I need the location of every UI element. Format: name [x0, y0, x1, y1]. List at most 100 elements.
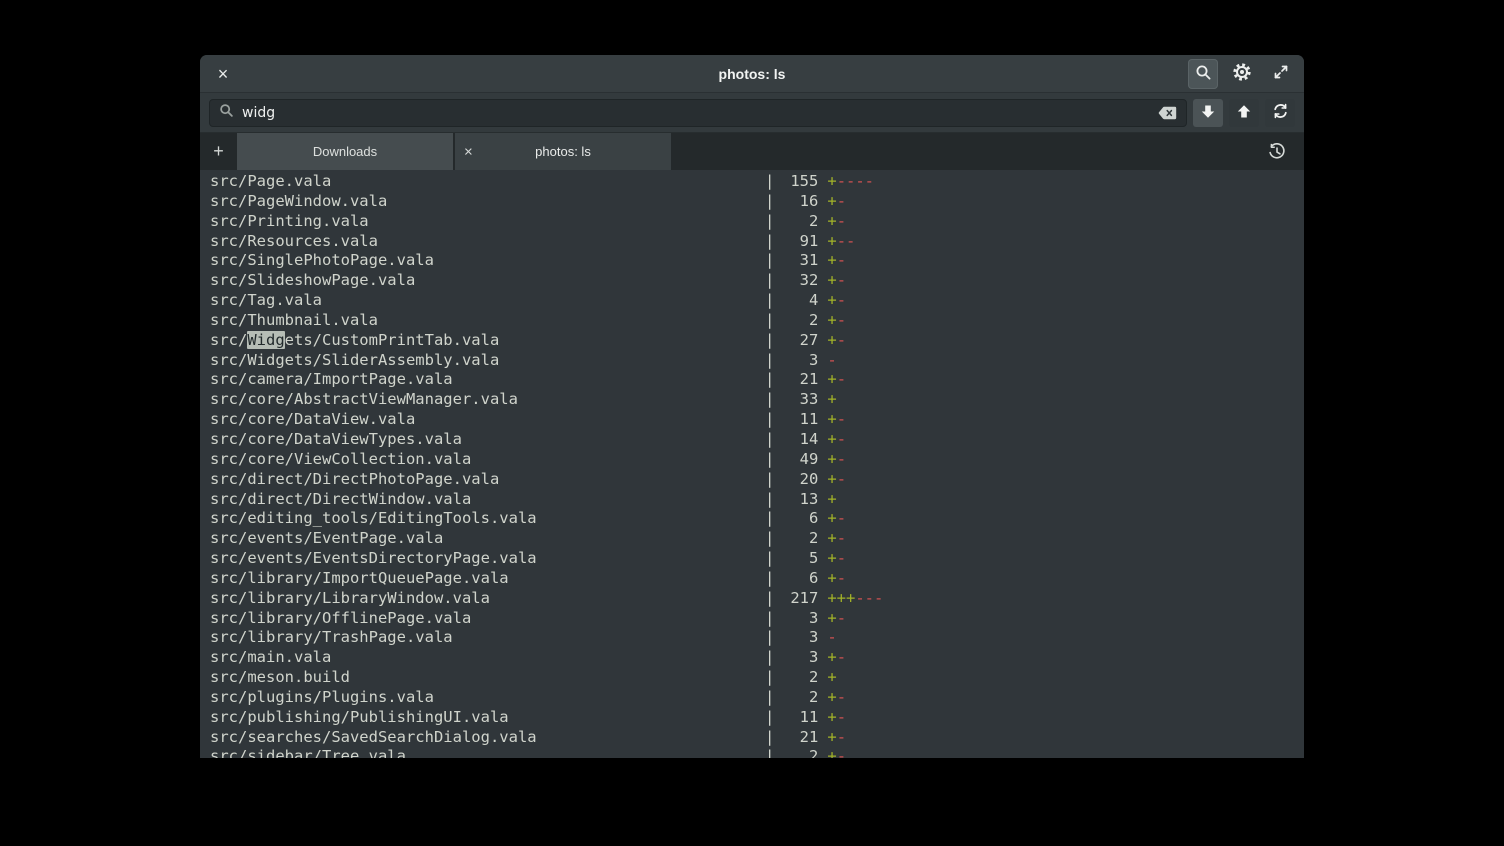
expand-icon [1273, 64, 1289, 83]
arrow-up-icon [1237, 104, 1251, 122]
insertions-symbols: + [827, 549, 836, 567]
column-separator: | [765, 470, 774, 490]
change-count: 91 [774, 232, 818, 252]
change-count: 3 [774, 351, 818, 371]
file-name: src/sidebar/Tree.vala [210, 747, 765, 758]
column-separator: | [765, 232, 774, 252]
change-count: 217 [774, 589, 818, 609]
insertions-symbols: + [827, 668, 836, 686]
file-name: src/Page.vala [210, 172, 765, 192]
fullscreen-button[interactable] [1266, 59, 1296, 89]
deletions-symbols: - [837, 708, 846, 726]
file-name: src/library/OfflinePage.vala [210, 609, 765, 629]
diffstat-row: src/core/DataView.vala|11+- [210, 410, 1304, 430]
column-separator: | [765, 648, 774, 668]
diffstat-row: src/core/ViewCollection.vala|49+- [210, 450, 1304, 470]
diffstat-row: src/library/ImportQueuePage.vala|6+- [210, 569, 1304, 589]
tab-downloads[interactable]: Downloads [237, 133, 453, 170]
diff-symbols: +-- [827, 232, 855, 252]
clear-search-icon[interactable] [1158, 106, 1177, 120]
file-name: src/PageWindow.vala [210, 192, 765, 212]
diff-symbols: +- [827, 509, 846, 529]
diff-symbols: - [827, 628, 836, 648]
insertions-symbols: + [827, 470, 836, 488]
window-title: photos: ls [200, 66, 1304, 82]
insertions-symbols: + [827, 430, 836, 448]
search-prev-button[interactable] [1229, 99, 1259, 127]
diff-symbols: +- [827, 291, 846, 311]
window-close-button[interactable]: × [210, 61, 236, 87]
file-name: src/core/DataViewTypes.vala [210, 430, 765, 450]
diffstat-row: src/library/LibraryWindow.vala|217+++--- [210, 589, 1304, 609]
search-input[interactable] [242, 105, 1150, 121]
diff-symbols: +- [827, 688, 846, 708]
column-separator: | [765, 708, 774, 728]
deletions-symbols: - [837, 569, 846, 587]
file-name: src/Widgets/CustomPrintTab.vala [210, 331, 765, 351]
change-count: 33 [774, 390, 818, 410]
deletions-symbols: - [837, 251, 846, 269]
diffstat-row: src/publishing/PublishingUI.vala|11+- [210, 708, 1304, 728]
file-name: src/Printing.vala [210, 212, 765, 232]
diff-symbols: +- [827, 470, 846, 490]
file-name: src/main.vala [210, 648, 765, 668]
insertions-symbols: + [827, 251, 836, 269]
column-separator: | [765, 509, 774, 529]
new-tab-button[interactable]: + [200, 133, 237, 170]
diffstat-row: src/Tag.vala|4+- [210, 291, 1304, 311]
diffstat-row: src/Widgets/SliderAssembly.vala|3- [210, 351, 1304, 371]
diff-symbols: +- [827, 251, 846, 271]
search-bar [200, 93, 1304, 133]
insertions-symbols: + [827, 271, 836, 289]
diff-symbols: +- [827, 271, 846, 291]
change-count: 32 [774, 271, 818, 291]
diff-symbols: +- [827, 311, 846, 331]
file-name: src/direct/DirectPhotoPage.vala [210, 470, 765, 490]
file-name: src/searches/SavedSearchDialog.vala [210, 728, 765, 748]
change-count: 11 [774, 410, 818, 430]
search-toggle-button[interactable] [1188, 59, 1218, 89]
deletions-symbols: - [837, 747, 846, 758]
change-count: 16 [774, 192, 818, 212]
diffstat-row: src/PageWindow.vala|16+- [210, 192, 1304, 212]
tab-close-icon[interactable]: × [464, 144, 473, 159]
deletions-symbols: - [837, 410, 846, 428]
column-separator: | [765, 450, 774, 470]
deletions-symbols: - [837, 450, 846, 468]
file-name: src/plugins/Plugins.vala [210, 688, 765, 708]
change-count: 2 [774, 688, 818, 708]
file-name: src/editing_tools/EditingTools.vala [210, 509, 765, 529]
insertions-symbols: + [827, 311, 836, 329]
deletions-symbols: - [837, 192, 846, 210]
change-count: 2 [774, 212, 818, 232]
column-separator: | [765, 430, 774, 450]
diff-symbols: +- [827, 609, 846, 629]
search-next-button[interactable] [1193, 99, 1223, 127]
diffstat-row: src/editing_tools/EditingTools.vala|6+- [210, 509, 1304, 529]
search-wrap-button[interactable] [1265, 99, 1295, 127]
deletions-symbols: - [837, 470, 846, 488]
diffstat-row: src/direct/DirectWindow.vala|13+ [210, 490, 1304, 510]
diffstat-row: src/Page.vala|155+---- [210, 172, 1304, 192]
diffstat-row: src/camera/ImportPage.vala|21+- [210, 370, 1304, 390]
tab-photos-ls[interactable]: × photos: ls [455, 133, 671, 170]
cycle-icon [1272, 103, 1289, 122]
insertions-symbols: + [827, 212, 836, 230]
deletions-symbols: - [827, 351, 836, 369]
column-separator: | [765, 688, 774, 708]
search-icon [1195, 64, 1212, 84]
deletions-symbols: - [837, 291, 846, 309]
settings-button[interactable] [1227, 59, 1257, 89]
diffstat-row: src/Thumbnail.vala|2+- [210, 311, 1304, 331]
file-name: src/core/AbstractViewManager.vala [210, 390, 765, 410]
diffstat-row: src/core/AbstractViewManager.vala|33+ [210, 390, 1304, 410]
diff-symbols: +- [827, 708, 846, 728]
insertions-symbols: + [827, 232, 836, 250]
tab-label: photos: ls [535, 144, 591, 159]
terminal-output[interactable]: src/Page.vala|155+----src/PageWindow.val… [200, 170, 1304, 758]
deletions-symbols: - [837, 509, 846, 527]
insertions-symbols: + [827, 509, 836, 527]
diff-symbols: +- [827, 569, 846, 589]
history-icon[interactable] [1263, 138, 1291, 166]
diffstat-row: src/Resources.vala|91+-- [210, 232, 1304, 252]
